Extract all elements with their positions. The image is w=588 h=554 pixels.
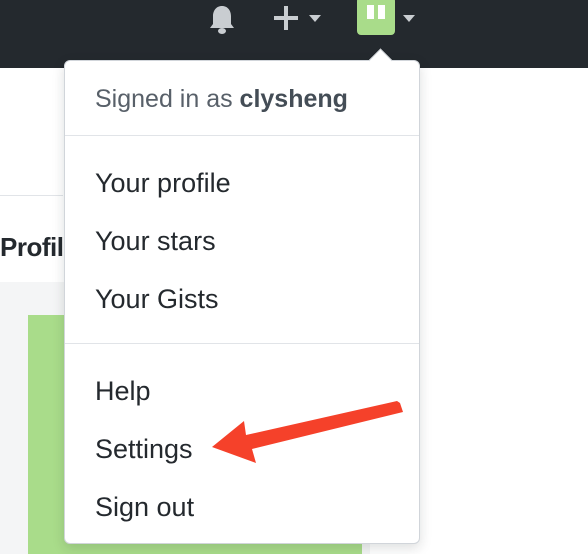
dropdown-divider [65,343,419,344]
avatar-pixel [378,5,385,19]
avatar [357,0,395,35]
dropdown-divider [65,135,419,136]
chevron-down-icon [403,14,415,22]
menu-item-settings[interactable]: Settings [95,434,193,465]
bell-icon-svg [210,6,234,34]
page: Profil Signed in as clysheng Your profil… [0,0,588,554]
avatar-pixel [367,5,374,19]
user-menu-button[interactable] [357,0,425,36]
username: clysheng [239,85,348,113]
chevron-down-icon [309,14,321,22]
create-new-button[interactable] [271,3,329,33]
menu-item-sign-out[interactable]: Sign out [95,492,194,523]
bell-icon[interactable] [206,4,238,34]
annotation-arrow-icon [212,401,403,463]
plus-icon [274,6,298,30]
signed-in-header: Signed in as clysheng [95,85,348,114]
menu-item-your-gists[interactable]: Your Gists [95,284,219,315]
menu-item-your-profile[interactable]: Your profile [95,168,231,199]
page-title: Profil [0,232,64,262]
divider [0,195,63,196]
menu-item-your-stars[interactable]: Your stars [95,226,216,257]
header-bar [0,0,588,68]
signed-in-label: Signed in as [95,85,240,113]
menu-item-help[interactable]: Help [95,376,151,407]
